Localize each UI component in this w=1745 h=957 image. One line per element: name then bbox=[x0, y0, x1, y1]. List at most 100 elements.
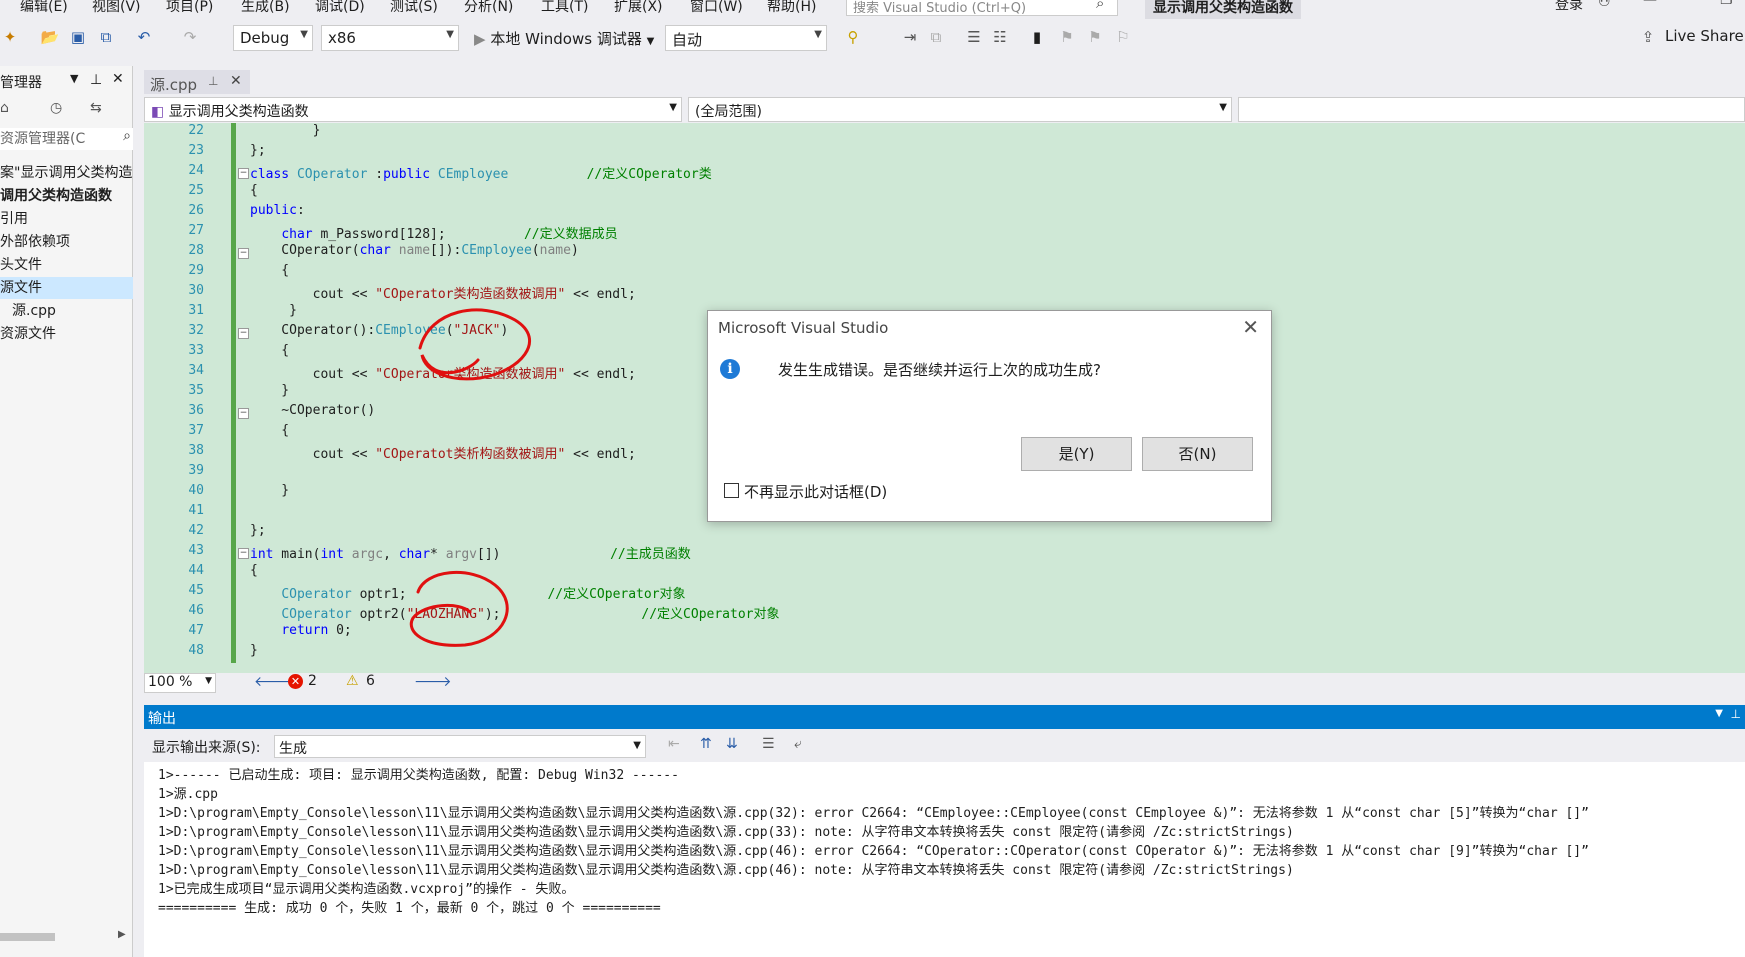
yes-button[interactable]: 是(Y) bbox=[1021, 437, 1132, 471]
copy-icon[interactable]: ⧉ bbox=[926, 27, 946, 47]
menu-analyze[interactable]: 分析(N) bbox=[464, 0, 513, 16]
step-icon[interactable]: ⇥ bbox=[900, 27, 920, 47]
pin-icon[interactable]: ⊥ bbox=[90, 72, 102, 88]
maximize-icon[interactable]: ❐ bbox=[1720, 0, 1733, 8]
line-number: 43 bbox=[188, 543, 204, 558]
output-source-select[interactable]: 生成 ▼ bbox=[274, 735, 646, 758]
fold-toggle[interactable]: − bbox=[238, 168, 249, 179]
menu-debug[interactable]: 调试(D) bbox=[315, 0, 365, 16]
fold-toggle[interactable]: − bbox=[238, 328, 249, 339]
line-number: 26 bbox=[188, 203, 204, 218]
live-share-icon[interactable]: ⇪ bbox=[1638, 27, 1658, 47]
find-message-icon[interactable]: ⇤ bbox=[668, 736, 680, 752]
menu-help[interactable]: 帮助(H) bbox=[767, 0, 816, 16]
line-number: 44 bbox=[188, 563, 204, 578]
warning-icon[interactable]: ⚠ bbox=[346, 673, 359, 689]
project-scope-select[interactable]: ◧ 显示调用父类构造函数 ▼ bbox=[144, 97, 682, 122]
fold-toggle[interactable]: − bbox=[238, 248, 249, 259]
output-line: 1>D:\program\Empty_Console\lesson\11\显示调… bbox=[158, 844, 1589, 859]
search-input[interactable]: 搜索 Visual Studio (Ctrl+Q) bbox=[846, 0, 1118, 16]
chevron-down-icon[interactable]: ▼ bbox=[1715, 708, 1723, 719]
menu-test[interactable]: 测试(S) bbox=[390, 0, 438, 16]
line-number: 36 bbox=[188, 403, 204, 418]
close-icon[interactable]: ✕ bbox=[230, 73, 242, 89]
horizontal-scrollbar[interactable] bbox=[0, 933, 55, 941]
fold-toggle[interactable]: − bbox=[238, 548, 249, 559]
menu-build[interactable]: 生成(B) bbox=[241, 0, 290, 16]
bookmark-icon[interactable]: ▮ bbox=[1027, 27, 1047, 47]
dont-show-label[interactable]: 不再显示此对话框(D) bbox=[744, 481, 887, 502]
tree-project[interactable]: 调用父类构造函数 bbox=[0, 185, 133, 207]
no-button[interactable]: 否(N) bbox=[1142, 437, 1253, 471]
redo-icon[interactable]: ↷ bbox=[180, 27, 200, 47]
output-source-value: 生成 bbox=[279, 741, 307, 757]
change-indicator-bar bbox=[231, 123, 236, 663]
fold-toggle[interactable]: − bbox=[238, 408, 249, 419]
menu-window[interactable]: 窗口(W) bbox=[690, 0, 743, 16]
arrow-right-icon[interactable]: 🡒 bbox=[414, 673, 452, 690]
arrow-left-icon[interactable]: 🡐 bbox=[254, 673, 292, 690]
menu-extensions[interactable]: 扩展(X) bbox=[614, 0, 663, 16]
tree-resource-files[interactable]: 资源文件 bbox=[0, 323, 133, 345]
menu-tools[interactable]: 工具(T) bbox=[541, 0, 588, 16]
undo-icon[interactable]: ↶ bbox=[134, 27, 154, 47]
line-number: 35 bbox=[188, 383, 204, 398]
menu-view[interactable]: 视图(V) bbox=[92, 0, 141, 16]
indent-icon[interactable]: ☷ bbox=[990, 27, 1010, 47]
history-icon[interactable]: ◷ bbox=[50, 100, 62, 116]
clear-all-icon[interactable]: ☰ bbox=[762, 736, 775, 752]
find-icon[interactable]: ⚲ bbox=[843, 27, 863, 47]
tree-source-cpp[interactable]: 源.cpp bbox=[0, 300, 133, 322]
dont-show-checkbox[interactable] bbox=[724, 483, 739, 498]
output-text-area[interactable]: 1>------ 已启动生成: 项目: 显示调用父类构造函数, 配置: Debu… bbox=[144, 762, 1745, 957]
close-icon[interactable]: ✕ bbox=[112, 71, 124, 87]
solution-config-select[interactable]: Debug ▼ bbox=[233, 25, 313, 51]
mode-select[interactable]: 自动 ▼ bbox=[665, 25, 827, 51]
explorer-search-input[interactable]: 资源管理器(C ⌕ bbox=[0, 128, 133, 150]
save-icon[interactable]: ▣ bbox=[68, 27, 88, 47]
zoom-select[interactable]: 100 % ▼ bbox=[144, 673, 216, 693]
tree-source-files[interactable]: 源文件 bbox=[0, 277, 133, 299]
previous-message-icon[interactable]: ⇈ bbox=[700, 736, 712, 752]
tree-header-files[interactable]: 头文件 bbox=[0, 254, 133, 276]
line-number: 34 bbox=[188, 363, 204, 378]
clear-bookmark-icon[interactable]: ⚐ bbox=[1113, 27, 1133, 47]
word-wrap-icon[interactable]: ⤶ bbox=[794, 736, 802, 752]
minimize-icon[interactable]: — bbox=[1643, 0, 1657, 8]
open-folder-icon[interactable]: 📂 bbox=[40, 27, 60, 47]
home-icon[interactable]: ⌂ bbox=[0, 100, 9, 116]
prev-bookmark-icon[interactable]: ⚑ bbox=[1057, 27, 1077, 47]
pin-icon[interactable]: ⊥ bbox=[1731, 707, 1741, 721]
pin-icon[interactable]: ⊥ bbox=[208, 74, 218, 88]
error-icon[interactable]: ✕ bbox=[288, 674, 303, 689]
save-all-icon[interactable]: ⧉ bbox=[96, 27, 116, 47]
chevron-down-icon[interactable]: ▼ bbox=[70, 72, 78, 85]
outdent-icon[interactable]: ☰ bbox=[964, 27, 984, 47]
tree-external-deps[interactable]: 外部依赖项 bbox=[0, 231, 133, 253]
start-debugger-button[interactable]: ▶ 本地 Windows 调试器 ▼ bbox=[470, 25, 658, 51]
scroll-right-icon[interactable]: ▶ bbox=[118, 929, 126, 940]
global-scope-value: (全局范围) bbox=[695, 104, 762, 120]
global-scope-select[interactable]: (全局范围) ▼ bbox=[688, 97, 1232, 122]
next-bookmark-icon[interactable]: ⚑ bbox=[1085, 27, 1105, 47]
code-line: cout << "COperatot类析构函数被调用" << endl; bbox=[250, 447, 636, 462]
menu-edit[interactable]: 编辑(E) bbox=[20, 0, 68, 16]
new-project-icon[interactable]: ✦ bbox=[0, 27, 20, 47]
next-message-icon[interactable]: ⇊ bbox=[726, 736, 738, 752]
tree-solution[interactable]: 案"显示调用父类构造函 bbox=[0, 162, 133, 184]
member-select[interactable] bbox=[1238, 97, 1745, 122]
tab-source-cpp[interactable]: 源.cpp ⊥ ✕ bbox=[144, 70, 250, 94]
search-icon[interactable]: ⌕ bbox=[1096, 0, 1104, 12]
live-share-button[interactable]: Live Share bbox=[1665, 27, 1744, 45]
code-line: ~COperator() bbox=[250, 403, 376, 418]
login-link[interactable]: 登录 bbox=[1555, 0, 1583, 14]
platform-select[interactable]: x86 ▼ bbox=[321, 25, 459, 51]
close-icon[interactable]: ✕ bbox=[1242, 315, 1259, 339]
account-icon[interactable]: ⚇ bbox=[1598, 0, 1611, 10]
line-number: 23 bbox=[188, 143, 204, 158]
tree-references[interactable]: 引用 bbox=[0, 208, 133, 230]
menu-project[interactable]: 项目(P) bbox=[166, 0, 213, 16]
chevron-down-icon: ▼ bbox=[300, 29, 308, 40]
output-line: ========== 生成: 成功 0 个，失败 1 个，最新 0 个，跳过 0… bbox=[158, 901, 661, 916]
sync-icon[interactable]: ⇆ bbox=[90, 100, 102, 116]
